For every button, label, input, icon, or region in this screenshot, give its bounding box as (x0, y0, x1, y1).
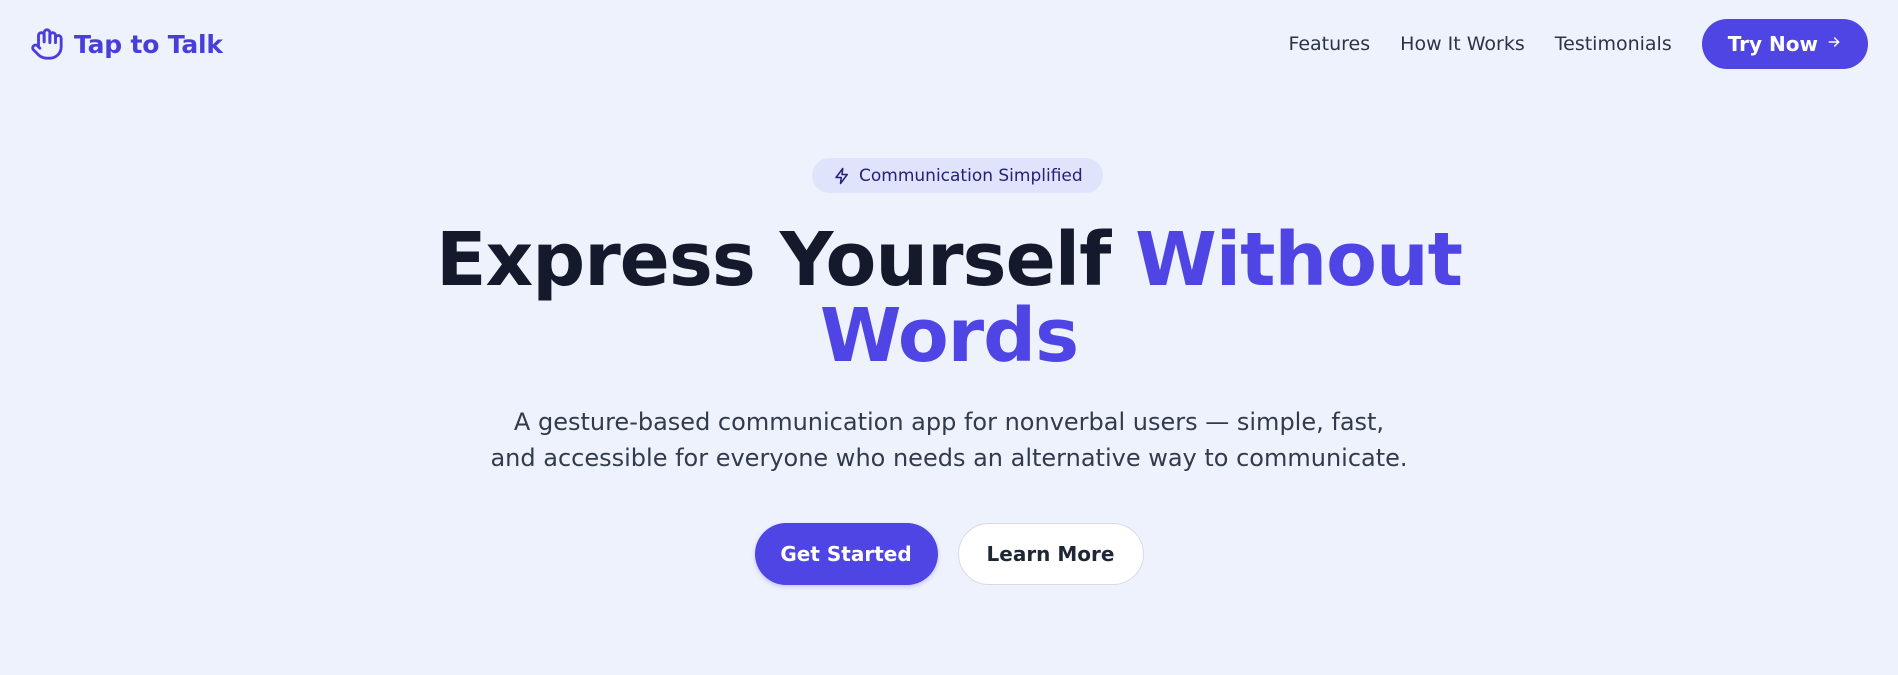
get-started-button[interactable]: Get Started (754, 523, 938, 585)
nav-link-how-it-works[interactable]: How It Works (1400, 33, 1525, 55)
main-nav: Features How It Works Testimonials Try N… (1288, 19, 1868, 69)
hero-cta-row: Get Started Learn More (0, 523, 1898, 585)
headline-accent-1: Without (1135, 217, 1463, 303)
hero-subtitle: A gesture-based communication app for no… (0, 404, 1898, 476)
lightning-icon (833, 167, 851, 185)
site-header: Tap to Talk Features How It Works Testim… (0, 0, 1898, 88)
try-now-label: Try Now (1727, 32, 1818, 56)
badge-text: Communication Simplified (859, 165, 1083, 186)
arrow-right-icon (1826, 34, 1842, 55)
brand-name: Tap to Talk (74, 29, 223, 59)
landing-page: Tap to Talk Features How It Works Testim… (0, 0, 1898, 675)
hand-icon (30, 27, 64, 61)
subtitle-line-2: and accessible for everyone who needs an… (490, 444, 1408, 472)
headline-accent-2: Words (819, 293, 1079, 379)
hero-badge: Communication Simplified (812, 158, 1103, 193)
nav-link-testimonials[interactable]: Testimonials (1555, 33, 1672, 55)
nav-link-features[interactable]: Features (1288, 33, 1370, 55)
subtitle-line-1: A gesture-based communication app for no… (513, 408, 1385, 436)
hero-headline: Express Yourself Without Words (0, 222, 1898, 374)
try-now-button[interactable]: Try Now (1701, 19, 1868, 69)
headline-part1: Express Yourself (435, 217, 1111, 303)
learn-more-button[interactable]: Learn More (957, 523, 1144, 585)
brand-logo-link[interactable]: Tap to Talk (30, 27, 223, 61)
